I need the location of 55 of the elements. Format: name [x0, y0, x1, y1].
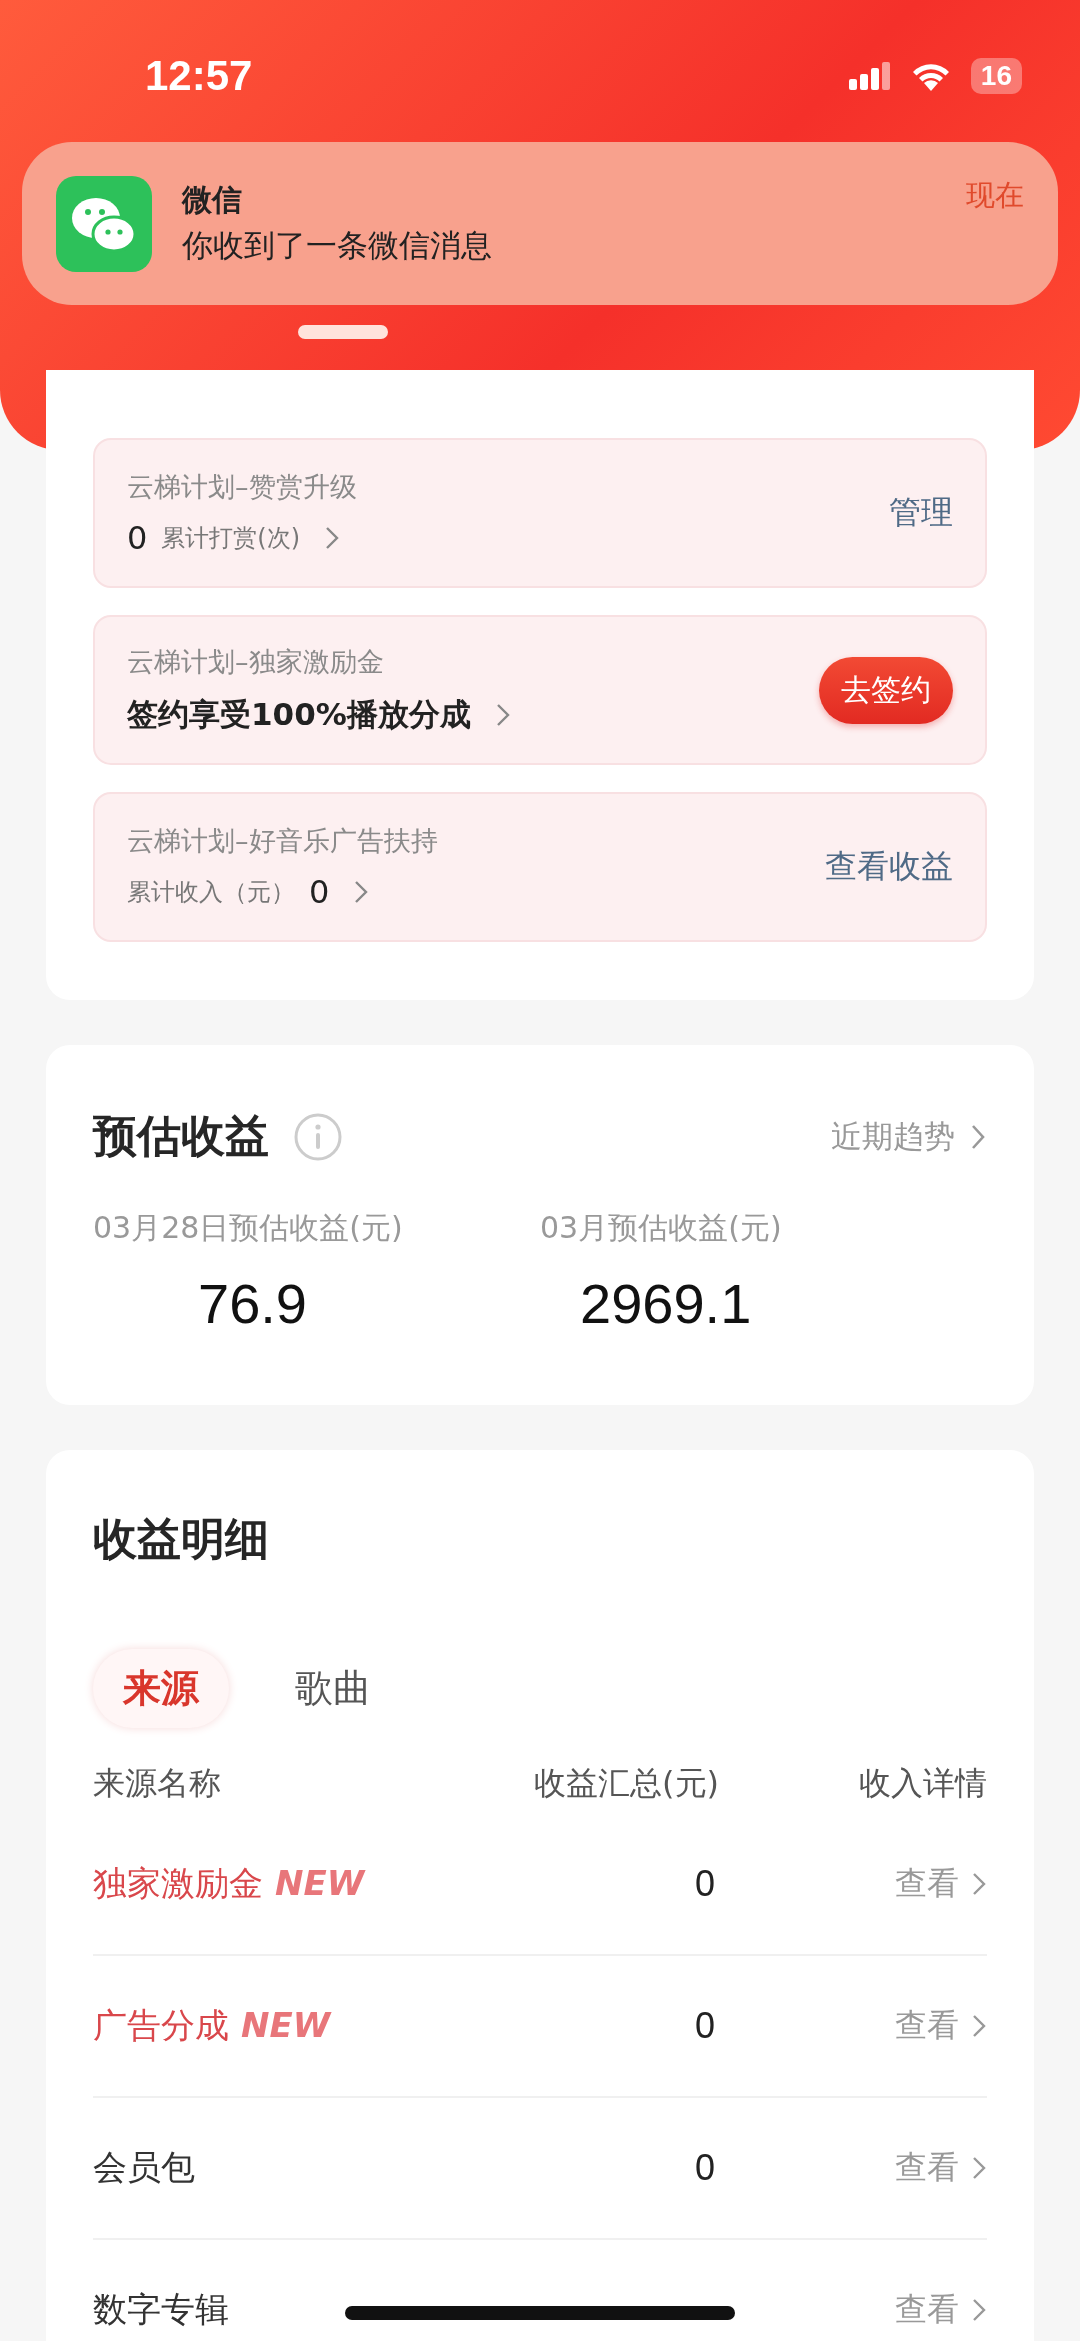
plan-label: 累计打赏(次) [161, 523, 301, 554]
chevron-icon [971, 1871, 987, 1897]
stat-value: 2969.1 [579, 1271, 753, 1336]
plan-title: 云梯计划–独家激励金 [127, 645, 385, 679]
plan-title: 云梯计划–好音乐广告扶持 [127, 824, 438, 858]
signal-icon [848, 62, 891, 90]
plan-title: 云梯计划–赞赏升级 [127, 470, 357, 504]
chevron-icon [353, 879, 370, 905]
stat-value: 76.9 [197, 1271, 308, 1336]
battery-level: 16 [970, 58, 1022, 94]
sign-button[interactable]: 去签约 [819, 656, 953, 724]
source-name: 会员包 [93, 2146, 196, 2189]
plan-label: 累计收入（元） [127, 877, 295, 908]
source-name: 广告分成 NEW [93, 2004, 333, 2047]
column-header: 来源名称 [93, 1763, 222, 1804]
notification-message: 你收到了一条微信消息 [182, 226, 493, 265]
info-icon[interactable] [293, 1111, 343, 1162]
view-link[interactable]: 查看 [895, 1862, 959, 1906]
plan-headline: 签约享受100%播放分成 [127, 695, 471, 734]
notification-time: 现在 [966, 177, 1024, 214]
new-label: NEW [275, 1863, 365, 1903]
chevron-icon [971, 2155, 987, 2181]
chevron-icon [324, 525, 341, 551]
plan-value: 0 [309, 873, 330, 911]
plan-value: 0 [127, 519, 148, 557]
notification-app: 微信 [182, 181, 243, 219]
total-cell-text: 0 [693, 1863, 716, 1905]
estimate-title: 预估收益 [93, 1109, 269, 1163]
status-time: 12:57 [145, 52, 253, 100]
column-header: 收益汇总(元) [533, 1763, 719, 1804]
total-cell-text: 0 [693, 2147, 716, 2189]
chevron-icon [971, 2297, 987, 2323]
plan-item[interactable]: 云梯计划–赞赏升级 0 累计打赏(次) 管理 [93, 438, 987, 588]
chat-bubbles-icon [56, 175, 152, 272]
notification-banner[interactable]: 微信 你收到了一条微信消息 现在 [22, 142, 1058, 305]
plan-link[interactable]: 管理 [889, 491, 953, 535]
details-title: 收益明细 [93, 1512, 270, 1566]
trend-link[interactable]: 近期趋势 [831, 1115, 955, 1158]
source-tab[interactable]: 歌曲 [265, 1649, 401, 1728]
source-name: 独家激励金 NEW [93, 1862, 367, 1905]
source-tab[interactable]: 来源 [93, 1649, 229, 1728]
chevron-icon [971, 2013, 987, 2039]
plan-item[interactable]: 云梯计划–独家激励金 签约享受100%播放分成 去签约 [93, 615, 987, 765]
stat-label: 03月预估收益(元) [540, 1209, 783, 1247]
view-link[interactable]: 查看 [895, 2288, 959, 2332]
view-link[interactable]: 查看 [895, 2146, 959, 2190]
source-name: 数字专辑 [93, 2288, 230, 2331]
chevron-icon [494, 702, 511, 728]
plan-item[interactable]: 云梯计划–好音乐广告扶持 累计收入（元） 0 查看收益 [93, 792, 987, 942]
plan-link[interactable]: 查看收益 [825, 845, 953, 889]
column-header: 收入详情 [858, 1763, 987, 1804]
stat-label: 03月28日预估收益(元) [93, 1209, 404, 1247]
total-cell-text: 0 [693, 2005, 716, 2047]
view-link[interactable]: 查看 [895, 2004, 959, 2048]
new-label: NEW [241, 2005, 331, 2045]
